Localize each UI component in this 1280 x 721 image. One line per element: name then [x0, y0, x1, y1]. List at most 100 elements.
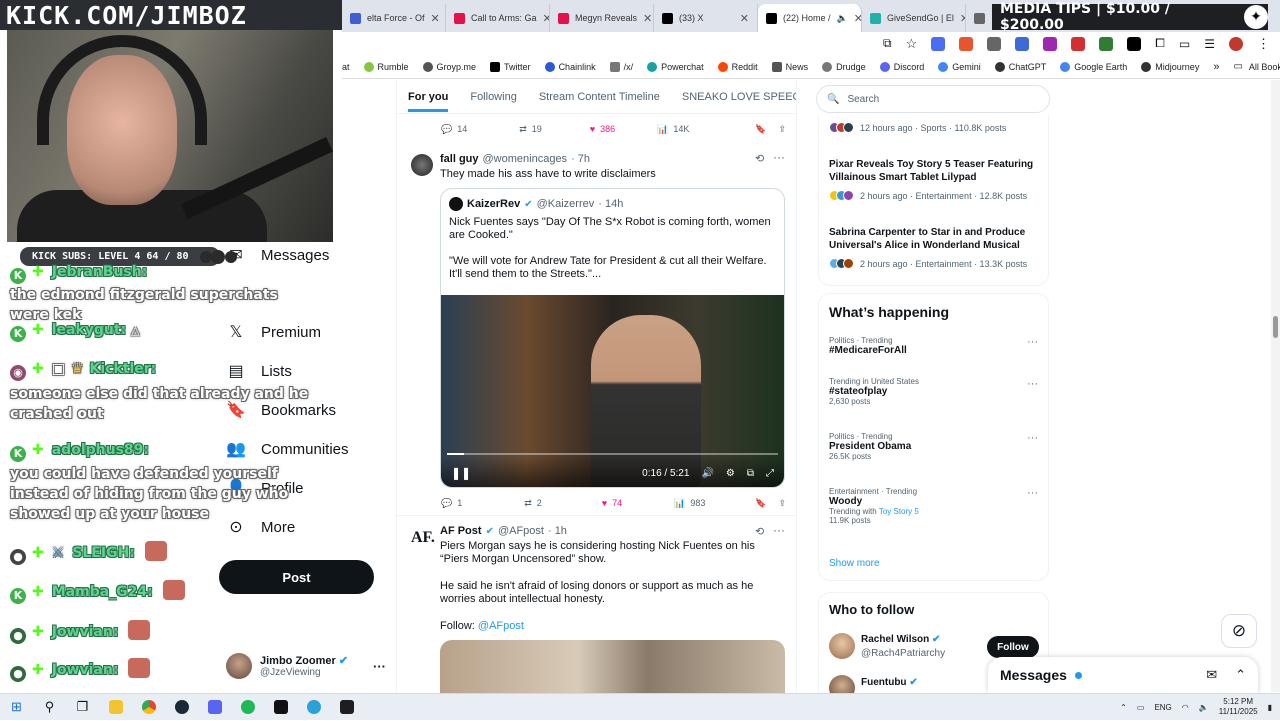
suggestion-name[interactable]: Fuentubu [861, 677, 907, 688]
tab-stream-content-timeline[interactable]: Stream Content Timeline [539, 91, 660, 103]
bookmark-item[interactable]: Twitter [490, 61, 531, 72]
chrome-button[interactable] [132, 694, 165, 721]
more-dots-icon[interactable]: ··· [1027, 378, 1038, 390]
clock[interactable]: 5:12 PM 11/11/2025 [1219, 697, 1258, 717]
task-view-button[interactable]: ❐ [66, 694, 99, 721]
all-bookmarks-button[interactable]: ▭All Bookmarks [1233, 61, 1280, 72]
reply-button[interactable]: 💬 1 [441, 498, 462, 509]
share-button[interactable]: ⇪ [778, 498, 786, 509]
tweet[interactable]: fall guy @womenincages · 7h ⟲ ··· They m… [397, 146, 796, 516]
bookmark-item[interactable]: /x/ [609, 61, 633, 72]
share-button[interactable]: ⇪ [778, 124, 786, 135]
extension-icon[interactable] [1043, 36, 1058, 51]
video-progress-bar[interactable] [447, 453, 778, 455]
news-meta[interactable]: 12 hours ago · Sports · 110.8K posts [829, 122, 1006, 133]
tweet-author-name[interactable]: AF Post [440, 525, 482, 537]
news-title[interactable]: Sabrina Carpenter to Star in and Produce… [829, 226, 1044, 252]
bookmark-button[interactable]: 🔖 [755, 498, 766, 509]
trend-item[interactable]: Trending in United States #stateofplay 2,6… [829, 377, 919, 406]
nav-lists[interactable]: ▤ Lists [226, 361, 291, 381]
tweet-time[interactable]: · 1h [548, 525, 567, 537]
bookmark-item[interactable]: Groyp.me [422, 61, 476, 72]
news-title[interactable]: Pixar Reveals Toy Story 5 Teaser Featuri… [829, 158, 1044, 184]
menu-kebab-icon[interactable]: ⋮ [1257, 36, 1270, 52]
nav-premium[interactable]: 𝕏 Premium [226, 322, 321, 342]
video-player[interactable]: ❚❚ 0:16 / 5:21 🔊 ⚙ ⧉ ⤢ [441, 295, 784, 487]
nav-messages[interactable]: ✉Messages [226, 245, 329, 265]
close-tab-icon[interactable]: ✕ [431, 12, 440, 25]
start-button[interactable]: ⊞ [0, 694, 33, 721]
bookmark-item[interactable]: Rumble [363, 61, 409, 72]
language-indicator[interactable]: ENG [1154, 703, 1171, 712]
bookmark-item[interactable]: Powerchat [647, 61, 704, 72]
post-button[interactable]: Post [219, 560, 374, 594]
tab-sneako-love-speech[interactable]: SNEAKO LOVE SPEECH [682, 91, 796, 103]
bookmark-item[interactable]: at [342, 62, 350, 72]
avatar[interactable]: AF. [411, 529, 435, 547]
show-more-link[interactable]: Show more [829, 558, 880, 569]
more-dots-icon[interactable]: ··· [1027, 336, 1038, 348]
trend-item[interactable]: Entertainment · Trending Woody Trending wi… [829, 487, 919, 525]
pause-icon[interactable]: ❚❚ [451, 466, 471, 480]
bookmark-button[interactable]: 🔖 [755, 124, 766, 135]
avatar[interactable] [829, 633, 855, 659]
browser-tab[interactable]: elta Force - Of ✕ [342, 4, 446, 32]
extension-icon[interactable] [959, 36, 974, 51]
close-tab-icon[interactable]: ✕ [543, 12, 549, 25]
more-dots-icon[interactable]: ··· [1027, 432, 1038, 444]
more-dots-icon[interactable]: ··· [373, 659, 386, 674]
trend-item[interactable]: Politics · Trending #MedicareForAll [829, 336, 907, 356]
fullscreen-icon[interactable]: ⤢ [766, 468, 774, 479]
repost-button[interactable]: ⇄ 2 [524, 498, 542, 509]
discord-button[interactable] [198, 694, 231, 721]
suggestion-name[interactable]: Rachel Wilson [861, 634, 929, 645]
bookmark-item[interactable]: News [771, 61, 808, 72]
notifications-icon[interactable]: ▮ [1268, 703, 1272, 712]
extension-icon[interactable] [1099, 36, 1114, 51]
search-input[interactable]: 🔍 Search [816, 85, 1050, 113]
grok-button[interactable]: ⊘ [1221, 614, 1257, 648]
network-icon[interactable]: ▭ [1137, 703, 1145, 712]
more-dots-icon[interactable]: ··· [1027, 487, 1038, 499]
terminal-button[interactable] [264, 694, 297, 721]
follow-button[interactable]: Follow [987, 636, 1039, 658]
grok-icon[interactable]: ⟲ [755, 525, 764, 538]
quote-tweet[interactable]: KaizerRev ✔ @Kaizerrev · 14h Nick Fuente… [440, 188, 785, 488]
wifi-icon[interactable]: ◠ [1182, 703, 1189, 712]
trend-link[interactable]: Toy Story 5 [879, 507, 919, 516]
browser-tab-active[interactable]: (22) Home /🔈✕ [758, 4, 862, 32]
x-logo-icon[interactable] [1127, 36, 1142, 51]
mention-link[interactable]: @AFpost [478, 620, 524, 632]
spotify-button[interactable] [231, 694, 264, 721]
close-tab-icon[interactable]: ✕ [643, 12, 652, 25]
settings-gear-icon[interactable]: ⚙ [726, 468, 735, 479]
pip-icon[interactable]: ⧉ [747, 468, 754, 479]
extension-icon[interactable] [1071, 36, 1086, 51]
file-explorer-button[interactable] [99, 694, 132, 721]
compose-message-icon[interactable]: ✉ [1206, 667, 1217, 683]
like-button[interactable]: ♥ 74 [602, 498, 622, 508]
more-dots-icon[interactable]: ··· [773, 150, 785, 164]
close-tab-icon[interactable]: ✕ [740, 12, 749, 25]
grok-icon[interactable]: ⟲ [755, 152, 764, 165]
steam-button[interactable] [165, 694, 198, 721]
tweet-author-handle[interactable]: @womenincages [483, 153, 568, 165]
bookmark-item[interactable]: Chainlink [544, 61, 596, 72]
bookmark-item[interactable]: Reddit [717, 61, 758, 72]
account-switcher[interactable]: Jimbo Zoomer ✔ @JzeViewing ··· [226, 648, 386, 684]
reading-list-icon[interactable]: ☰ [1204, 37, 1215, 51]
messages-dock[interactable]: Messages ✉ ⌃ [988, 657, 1258, 693]
tweet-author-handle[interactable]: @AFpost [498, 525, 544, 537]
scrollbar-thumb[interactable] [1273, 316, 1278, 338]
adobe-button[interactable] [330, 694, 363, 721]
trend-item[interactable]: Politics · Trending President Obama 26.5K … [829, 432, 911, 461]
extension-icon[interactable] [931, 36, 946, 51]
like-button[interactable]: ♥ 386 [590, 124, 615, 134]
bookmark-item[interactable]: ChatGPT [994, 61, 1046, 72]
star-icon[interactable]: ☆ [906, 36, 918, 52]
volume-icon[interactable]: 🔊 [701, 468, 713, 479]
tweet-author-name[interactable]: fall guy [440, 153, 479, 165]
tab-for-you[interactable]: For you [408, 91, 449, 112]
extension-icon[interactable] [1015, 36, 1030, 51]
tweet-image[interactable] [440, 640, 785, 694]
